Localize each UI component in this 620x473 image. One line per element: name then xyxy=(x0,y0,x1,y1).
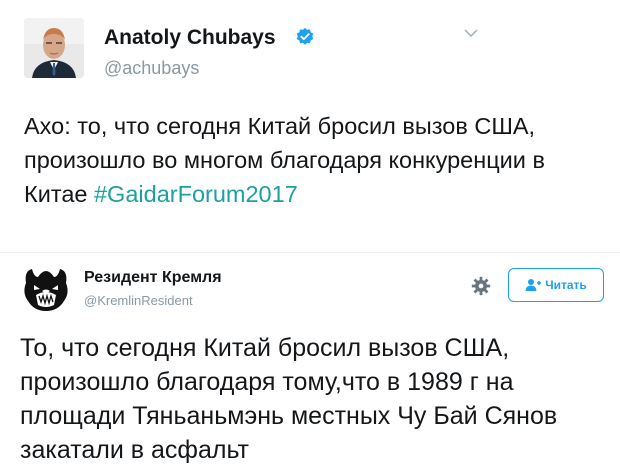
verified-icon xyxy=(296,27,314,45)
tweet-original: Anatoly Chubays @achubays Ахо: то, что с… xyxy=(0,0,620,255)
author-handle[interactable]: @achubays xyxy=(104,58,199,79)
author-avatar[interactable] xyxy=(24,18,84,78)
tweet-text: Ахо: то, что сегодня Китай бросил вызов … xyxy=(24,109,604,211)
author-name[interactable]: Резидент Кремля xyxy=(84,269,222,287)
hashtag-link[interactable]: #GaidarForum2017 xyxy=(94,181,298,207)
follow-button[interactable]: Читать xyxy=(508,268,604,302)
avatar-photo xyxy=(24,18,84,78)
gear-icon[interactable] xyxy=(470,275,492,297)
author-name[interactable]: Anatoly Chubays xyxy=(104,26,276,50)
tweet-reply: Резидент Кремля @KremlinResident Читать … xyxy=(0,255,620,473)
follow-label: Читать xyxy=(545,278,587,292)
author-handle[interactable]: @KremlinResident xyxy=(84,293,193,308)
chevron-down-icon[interactable] xyxy=(462,24,480,42)
follow-user-icon xyxy=(525,279,542,291)
tweet-text: То, что сегодня Китай бросил вызов США, … xyxy=(20,334,558,464)
divider xyxy=(0,252,620,253)
bear-logo-avatar[interactable] xyxy=(20,263,72,315)
